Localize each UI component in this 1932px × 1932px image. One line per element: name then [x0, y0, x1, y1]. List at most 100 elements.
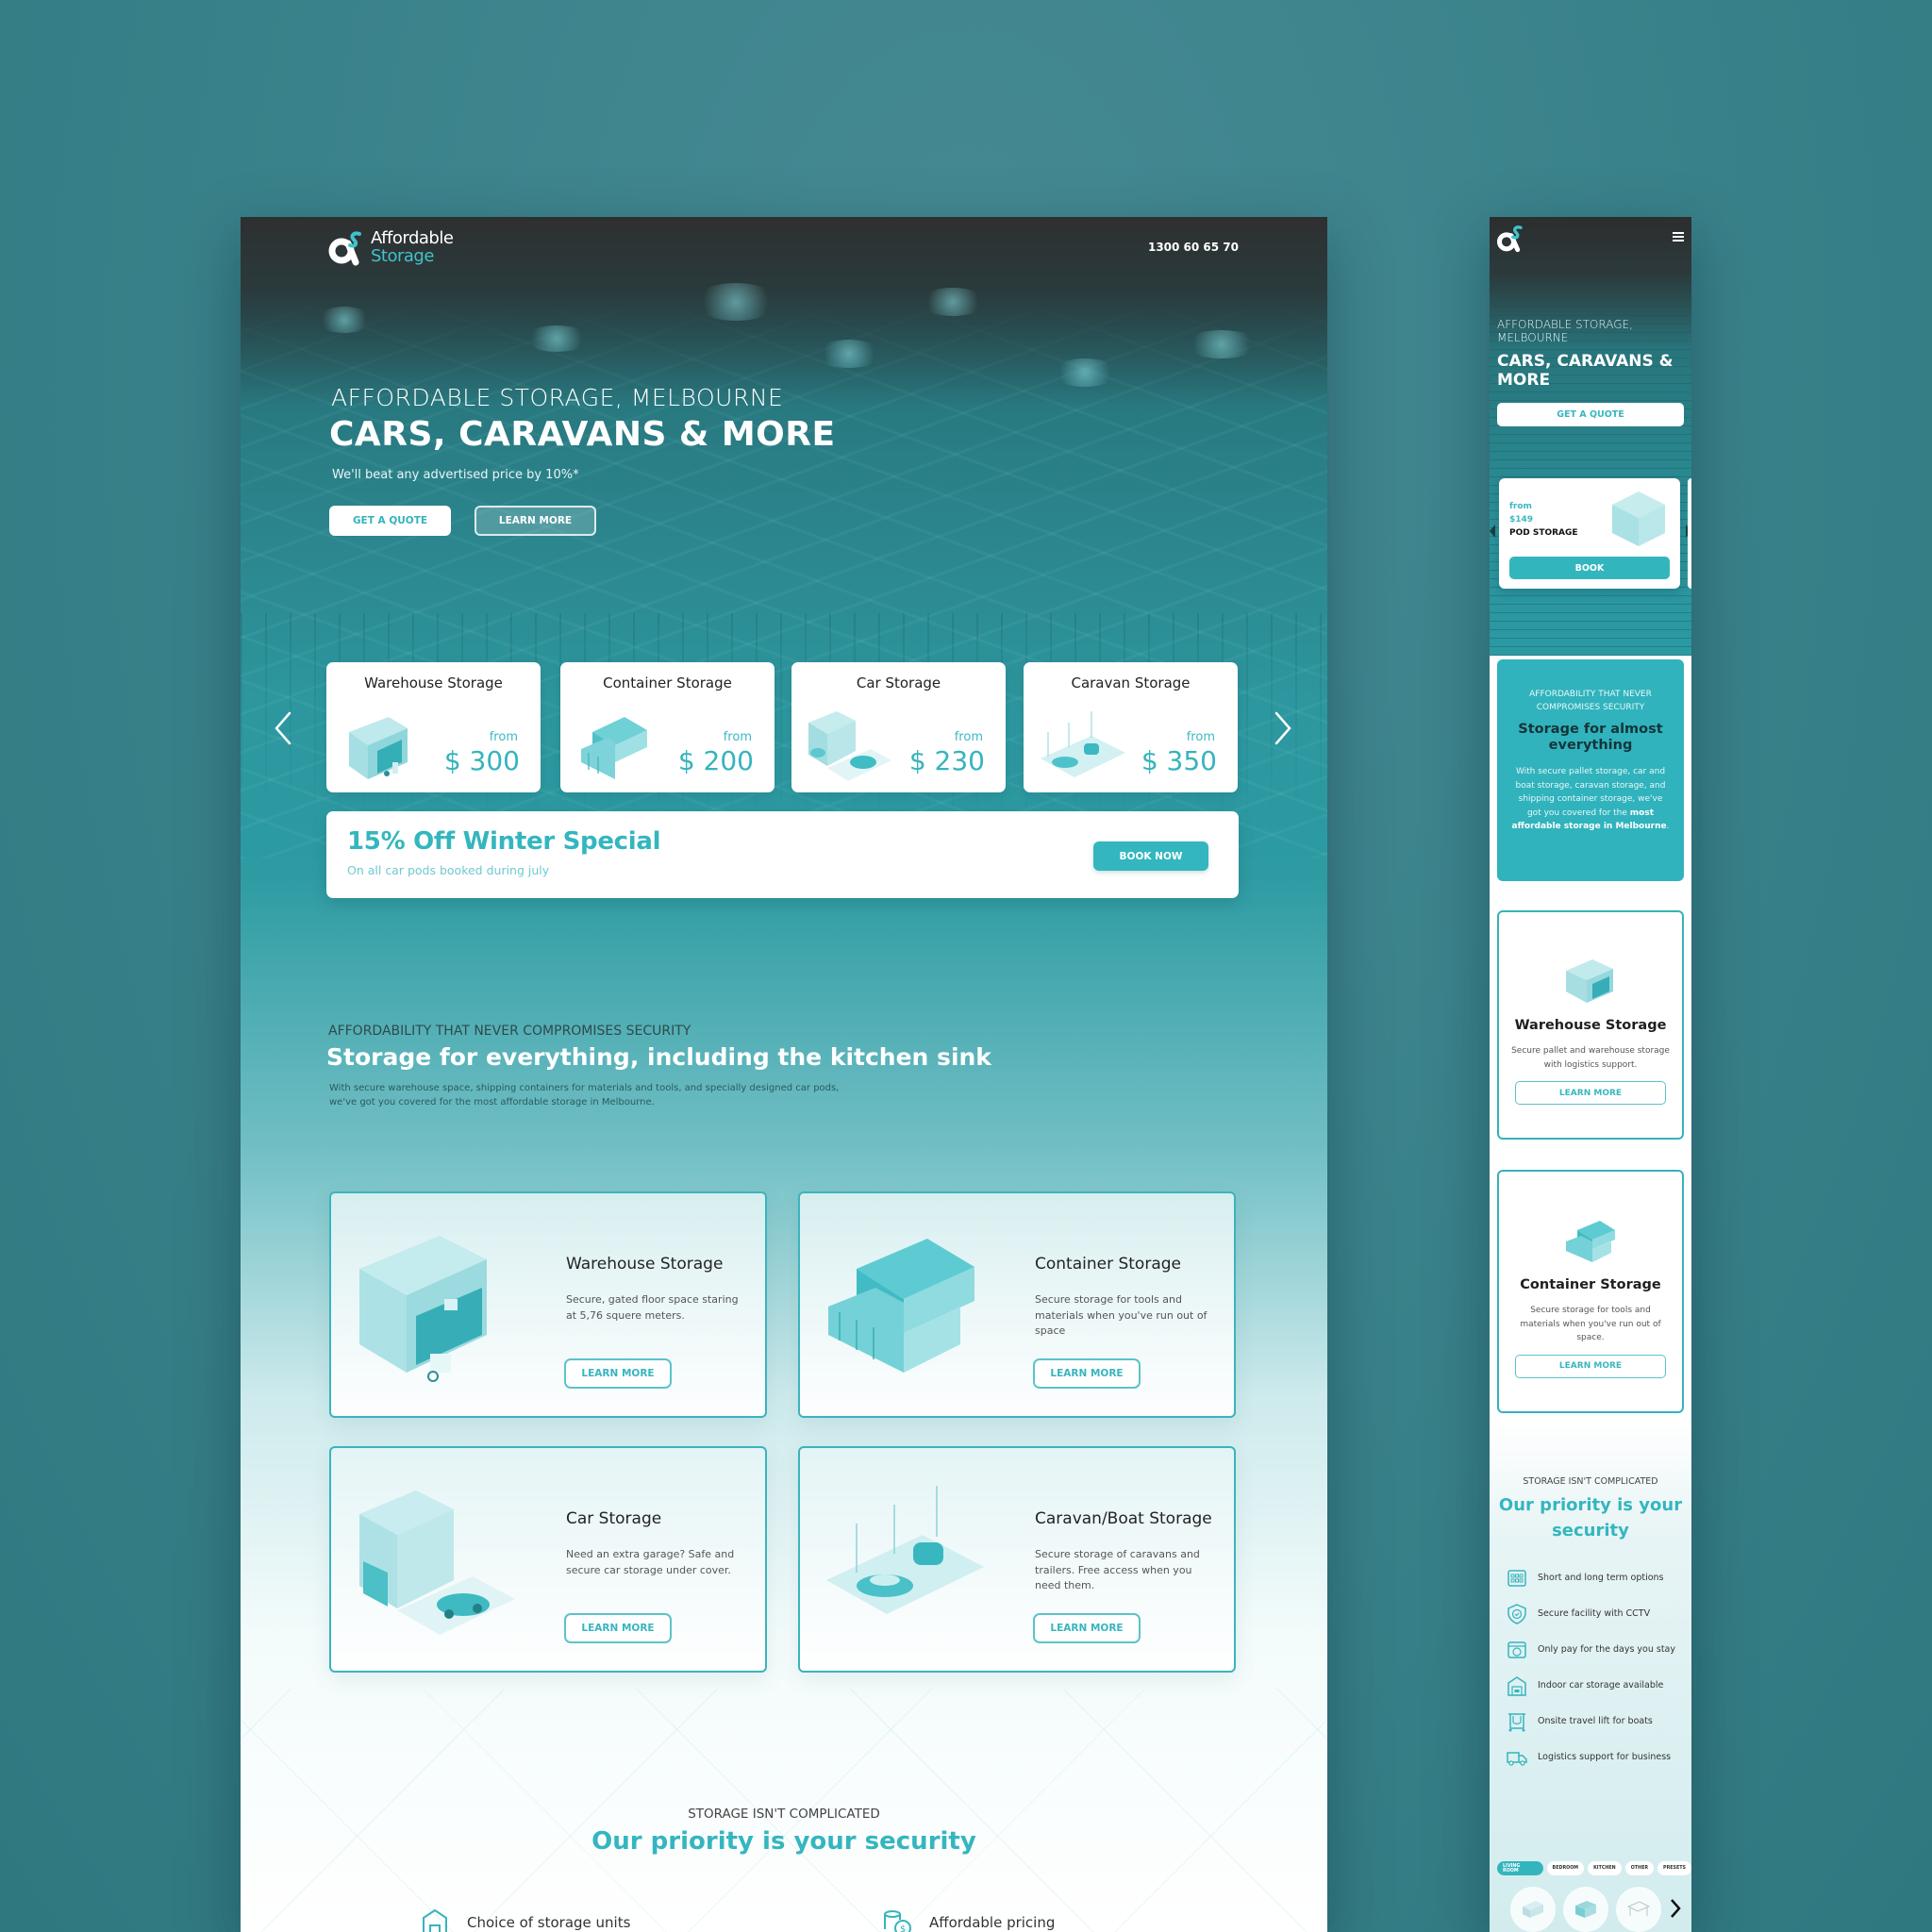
chevron-right-icon[interactable]: [1669, 1898, 1682, 1919]
mobile-learn-more-button[interactable]: LEARN MORE: [1515, 1354, 1666, 1378]
book-now-button[interactable]: BOOK NOW: [1093, 841, 1208, 871]
feature-label: Logistics support for business: [1538, 1752, 1672, 1762]
tab-presets[interactable]: PRESETS: [1657, 1861, 1691, 1875]
price-from-label: from: [1186, 730, 1215, 744]
hamburger-menu-icon[interactable]: [1673, 232, 1684, 242]
intro-title: Storage for everything, including the ki…: [326, 1043, 991, 1071]
service-title: Caravan/Boat Storage: [1035, 1509, 1212, 1528]
security-title: Our priority is your security: [591, 1827, 976, 1856]
service-card-car: Car Storage Need an extra garage? Safe a…: [329, 1446, 767, 1673]
room-items-carousel: [1510, 1887, 1661, 1932]
mobile-service-title: Container Storage: [1520, 1277, 1661, 1292]
price-from-label: from: [723, 730, 752, 744]
warehouse-illustration-icon: [359, 1236, 487, 1382]
feature-label: Affordable pricing: [929, 1914, 1056, 1931]
mobile-intro-description: With secure pallet storage, car and boat…: [1510, 765, 1671, 834]
intro-eyebrow: AFFORDABILITY THAT NEVER COMPROMISES SEC…: [328, 1024, 691, 1039]
intro-description: With secure warehouse space, shipping co…: [329, 1083, 840, 1108]
mobile-intro-title: Storage for almost everything: [1518, 722, 1663, 753]
service-title: Container Storage: [1035, 1255, 1181, 1274]
service-card-container: Container Storage Secure storage for too…: [798, 1191, 1236, 1418]
container-illustration-icon: [828, 1239, 974, 1373]
carousel-next-button[interactable]: [1269, 709, 1297, 747]
room-item-dresser[interactable]: [1563, 1887, 1608, 1932]
chevron-left-icon: [275, 711, 291, 745]
price-card-car[interactable]: Car Storage from $ 230: [791, 662, 1006, 792]
feature-label: Secure facility with CCTV: [1538, 1608, 1651, 1619]
mobile-page-mockup: AFFORDABLE STORAGE, MELBOURNE CARS, CARA…: [1490, 217, 1691, 1932]
book-button[interactable]: BOOK: [1509, 557, 1670, 579]
feature-item: Short and long term options: [1507, 1568, 1686, 1589]
pod-price: $149: [1509, 515, 1534, 525]
dresser-icon: [1575, 1901, 1596, 1918]
room-item-table[interactable]: [1616, 1887, 1661, 1932]
hero-tagline: We'll beat any advertised price by 10%*: [332, 468, 579, 482]
tab-bedroom[interactable]: BEDROOM: [1546, 1861, 1585, 1875]
mobile-hero-banner: [1490, 217, 1691, 656]
price-value: $ 300: [443, 745, 520, 776]
mobile-service-card-warehouse: Warehouse Storage Secure pallet and ware…: [1497, 910, 1684, 1140]
desktop-page-mockup: Affordable Storage 1300 60 65 70 AFFORDA…: [241, 217, 1327, 1932]
chevron-right-icon: [1274, 711, 1291, 745]
price-value: $ 230: [908, 745, 985, 776]
price-card-warehouse[interactable]: Warehouse Storage from $ 300: [326, 662, 541, 792]
service-description: Secure storage for tools and materials w…: [1035, 1293, 1208, 1337]
coins-icon: $: [884, 1910, 911, 1932]
hero-learn-more-button[interactable]: LEARN MORE: [475, 506, 596, 536]
price-card-title: Container Storage: [603, 675, 732, 691]
phone-number-link[interactable]: 1300 60 65 70: [1148, 241, 1239, 254]
price-card-caravan[interactable]: Caravan Storage from $ 350: [1024, 662, 1238, 792]
mobile-get-a-quote-button[interactable]: GET A QUOTE: [1497, 403, 1684, 426]
learn-more-button[interactable]: LEARN MORE: [564, 1613, 672, 1643]
hero-subtitle: AFFORDABLE STORAGE, MELBOURNE: [331, 384, 784, 411]
price-card-title: Warehouse Storage: [364, 675, 503, 691]
mobile-intro-card: AFFORDABILITY THAT NEVER COMPROMISES SEC…: [1497, 659, 1684, 881]
mobile-service-description: Secure storage for tools and materials w…: [1520, 1306, 1661, 1342]
room-item-cabinet[interactable]: [1510, 1887, 1556, 1932]
mobile-hero-subtitle: AFFORDABLE STORAGE, MELBOURNE: [1497, 318, 1633, 344]
logo-mark-icon[interactable]: [1495, 225, 1527, 253]
service-title: Car Storage: [566, 1509, 662, 1528]
feature-label: Short and long term options: [1538, 1573, 1664, 1583]
security-eyebrow: STORAGE ISN'T COMPLICATED: [688, 1807, 880, 1822]
tab-living-room[interactable]: LIVING ROOM: [1497, 1861, 1543, 1875]
feature-item: Choice of storage units: [420, 1908, 630, 1932]
learn-more-button[interactable]: LEARN MORE: [564, 1358, 672, 1389]
tab-other[interactable]: OTHER: [1624, 1861, 1655, 1875]
feature-label: Choice of storage units: [467, 1914, 631, 1931]
feature-item: Indoor car storage available: [1507, 1675, 1686, 1696]
next-card-peek: [1688, 478, 1691, 589]
hero-title: CARS, CARAVANS & MORE: [329, 415, 836, 454]
learn-more-button[interactable]: LEARN MORE: [1033, 1613, 1141, 1643]
learn-more-button[interactable]: LEARN MORE: [1033, 1358, 1141, 1389]
feature-item: Onsite travel lift for boats: [1507, 1711, 1686, 1732]
table-icon: [1626, 1901, 1651, 1916]
pod-from-label: from: [1509, 502, 1532, 511]
mobile-carousel-prev-icon[interactable]: [1490, 525, 1495, 538]
tab-kitchen[interactable]: KITCHEN: [1588, 1861, 1622, 1875]
price-card-title: Caravan Storage: [1071, 675, 1191, 691]
mobile-learn-more-button[interactable]: LEARN MORE: [1515, 1081, 1666, 1105]
dollar-calendar-icon: [1507, 1641, 1526, 1658]
carousel-prev-button[interactable]: [269, 709, 297, 747]
calendar-icon: [1507, 1570, 1526, 1587]
feature-item: Only pay for the days you stay: [1507, 1640, 1686, 1660]
price-value: $ 350: [1141, 745, 1217, 776]
storage-unit-icon: [423, 1908, 447, 1932]
winter-special-promo: 15% Off Winter Special On all car pods b…: [326, 811, 1239, 898]
caravan-boat-illustration-icon: [1041, 711, 1125, 777]
service-card-warehouse: Warehouse Storage Secure, gated floor sp…: [329, 1191, 767, 1418]
service-title: Warehouse Storage: [566, 1255, 724, 1274]
feature-label: Only pay for the days you stay: [1538, 1644, 1676, 1655]
shield-check-icon: [1507, 1604, 1526, 1624]
service-card-caravan-boat: Caravan/Boat Storage Secure storage of c…: [798, 1446, 1236, 1673]
pod-cube-illustration-icon: [1612, 491, 1665, 546]
feature-item: $ Affordable pricing: [882, 1908, 1055, 1932]
price-card-container[interactable]: Container Storage from $ 200: [560, 662, 774, 792]
brand-logo[interactable]: Affordable Storage: [327, 228, 454, 266]
garage-icon: [1507, 1676, 1526, 1696]
boat-lift-icon: [1508, 1713, 1525, 1732]
pod-name: POD STORAGE: [1509, 528, 1578, 538]
get-a-quote-button[interactable]: GET A QUOTE: [329, 506, 451, 536]
promo-title: 15% Off Winter Special: [347, 827, 661, 856]
